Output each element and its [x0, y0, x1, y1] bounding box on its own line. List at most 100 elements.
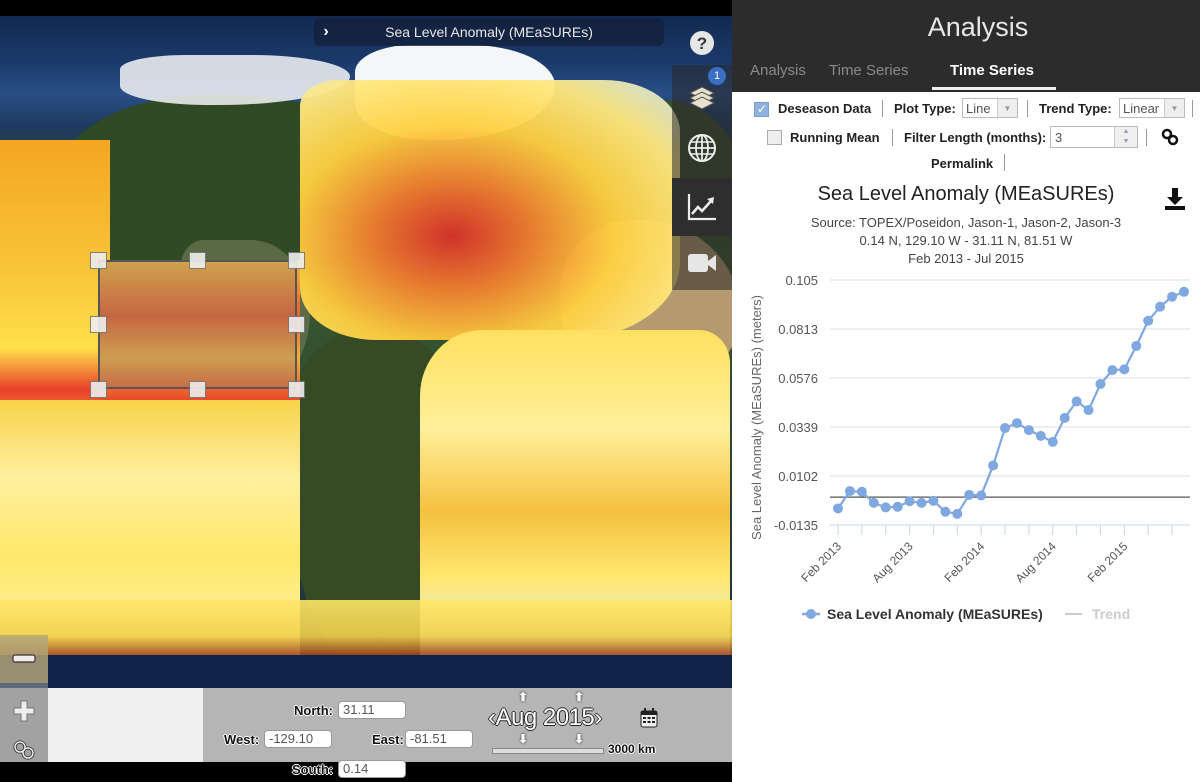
- data-point: [988, 460, 999, 471]
- north-atlantic-layer: [300, 80, 680, 340]
- analysis-panel: Analysis Analysis Time Series Time Serie…: [732, 0, 1200, 782]
- map-top-strip: [0, 0, 732, 16]
- legend-series-label[interactable]: Sea Level Anomaly (MEaSUREs): [827, 606, 1043, 622]
- north-input[interactable]: [338, 701, 406, 719]
- zoom-in-icon: [13, 700, 35, 722]
- data-point: [1035, 430, 1046, 441]
- map-link-button[interactable]: [0, 735, 48, 765]
- x-tick-label: Feb 2015: [1085, 539, 1131, 585]
- data-point: [964, 489, 975, 500]
- zoom-in-button[interactable]: [0, 687, 48, 735]
- zoom-controls: [0, 635, 48, 762]
- data-point: [856, 486, 867, 497]
- tab-time-series-1[interactable]: Time Series: [829, 62, 908, 79]
- plot-type-select[interactable]: Line ▼: [962, 98, 1018, 118]
- data-point: [1059, 412, 1070, 423]
- tab-time-series-2[interactable]: Time Series: [950, 62, 1034, 79]
- resize-handle-w[interactable]: [90, 316, 107, 333]
- filter-length-input[interactable]: 3 ▲ ▼: [1050, 126, 1138, 148]
- next-date-button[interactable]: ›: [594, 704, 602, 731]
- x-tick-label: Aug 2013: [869, 539, 915, 585]
- svg-text:?: ?: [697, 34, 707, 53]
- bounding-box-selection[interactable]: [98, 260, 297, 389]
- download-icon[interactable]: [1164, 187, 1186, 211]
- data-point: [928, 495, 939, 506]
- chart-icon: [687, 194, 716, 221]
- data-point: [1095, 378, 1106, 389]
- resize-handle-sw[interactable]: [90, 381, 107, 398]
- resize-handle-e[interactable]: [288, 316, 305, 333]
- running-mean-label: Running Mean: [790, 130, 880, 145]
- projection-button[interactable]: [672, 119, 732, 177]
- data-point: [1155, 301, 1166, 312]
- resize-handle-ne[interactable]: [288, 252, 305, 269]
- scale-label: 3000 km: [608, 742, 656, 756]
- south-input[interactable]: [338, 760, 406, 778]
- y-tick-label: 0.0576: [778, 371, 818, 386]
- map-view[interactable]: › Sea Level Anomaly (MEaSUREs) ? 1 North…: [0, 0, 732, 782]
- data-point: [1131, 340, 1142, 351]
- separator: [1192, 100, 1193, 117]
- zoom-out-button[interactable]: [0, 635, 48, 683]
- data-point: [1143, 315, 1154, 326]
- filter-length-value: 3: [1055, 130, 1063, 145]
- running-mean-checkbox[interactable]: [767, 130, 782, 145]
- year-down-arrow-icon[interactable]: ⬇: [574, 732, 584, 746]
- deseason-checkbox[interactable]: [754, 102, 769, 117]
- permalink-icon[interactable]: [1161, 128, 1179, 146]
- y-tick-label: 0.105: [785, 273, 818, 288]
- month-down-arrow-icon[interactable]: ⬇: [518, 732, 528, 746]
- data-point: [916, 497, 927, 508]
- prev-date-button[interactable]: ‹: [488, 704, 496, 731]
- legend-trend-label[interactable]: Trend: [1092, 606, 1130, 622]
- east-label: East:: [372, 732, 404, 747]
- west-input[interactable]: [264, 730, 332, 748]
- help-button[interactable]: ?: [672, 14, 732, 72]
- date-month[interactable]: Aug: [496, 704, 538, 731]
- east-input[interactable]: [405, 730, 473, 748]
- data-point: [1047, 436, 1058, 447]
- layer-title: Sea Level Anomaly (MEaSUREs): [385, 24, 593, 40]
- west-label: West:: [224, 732, 260, 747]
- data-point: [1000, 423, 1011, 434]
- data-point: [892, 501, 903, 512]
- date-year[interactable]: 2015: [543, 704, 595, 731]
- animation-button[interactable]: [672, 234, 732, 292]
- data-point: [904, 496, 915, 507]
- layer-title-bar[interactable]: › Sea Level Anomaly (MEaSUREs): [314, 18, 664, 46]
- data-point: [880, 502, 891, 513]
- chart-region: 0.14 N, 129.10 W - 31.11 N, 81.51 W: [859, 233, 1073, 248]
- data-point: [1119, 364, 1130, 375]
- resize-handle-nw[interactable]: [90, 252, 107, 269]
- calendar-icon[interactable]: [640, 708, 658, 728]
- trend-type-select[interactable]: Linear ▼: [1119, 98, 1185, 118]
- data-point: [868, 497, 879, 508]
- year-up-arrow-icon[interactable]: ⬆: [574, 690, 584, 704]
- tab-analysis[interactable]: Analysis: [750, 62, 806, 79]
- help-icon: ?: [690, 31, 714, 55]
- analysis-button[interactable]: [672, 178, 732, 236]
- layer-count-badge: 1: [708, 67, 726, 85]
- permalink-label[interactable]: Permalink: [931, 156, 993, 171]
- chart-title: Sea Level Anomaly (MEaSUREs): [817, 183, 1115, 205]
- y-tick-label: 0.0813: [778, 322, 818, 337]
- date-display: ‹Aug 2015›: [488, 704, 602, 732]
- active-tab-indicator: [932, 87, 1056, 90]
- south-label: South:: [292, 762, 334, 777]
- plot-type-label: Plot Type:: [894, 101, 956, 116]
- chevron-right-icon[interactable]: ›: [314, 23, 338, 41]
- filter-length-label: Filter Length (months):: [904, 130, 1047, 145]
- resize-handle-se[interactable]: [288, 381, 305, 398]
- separator: [1146, 129, 1147, 146]
- x-tick-label: Feb 2013: [798, 539, 844, 585]
- resize-handle-n[interactable]: [189, 252, 206, 269]
- chart-source: Source: TOPEX/Poseidon, Jason-1, Jason-2…: [810, 215, 1122, 230]
- data-point: [844, 486, 855, 497]
- resize-handle-s[interactable]: [189, 381, 206, 398]
- data-point: [833, 503, 843, 514]
- scale-bar: [492, 748, 604, 754]
- trend-type-label: Trend Type:: [1039, 101, 1112, 116]
- month-up-arrow-icon[interactable]: ⬆: [518, 690, 528, 704]
- spinner-arrows-icon[interactable]: ▲ ▼: [1114, 127, 1137, 147]
- zoom-out-icon: [12, 654, 36, 663]
